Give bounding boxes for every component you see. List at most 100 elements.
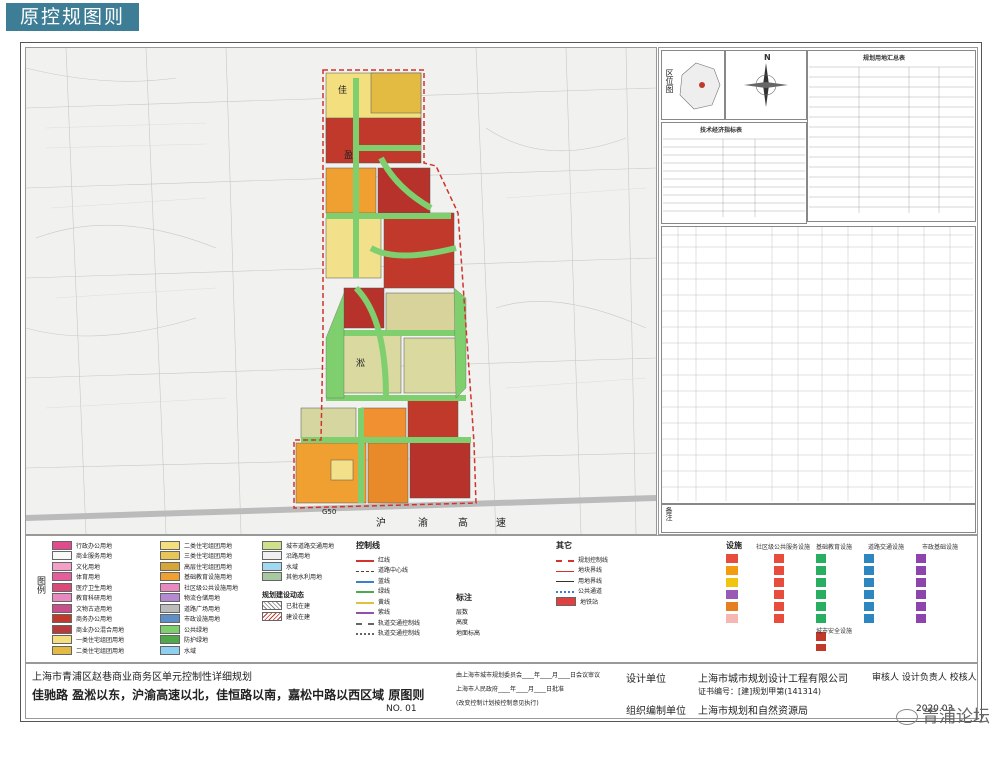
swatch	[52, 624, 72, 634]
legend-item: 紫线	[356, 607, 420, 618]
legend-item: 层数	[456, 608, 469, 616]
facility-group: 社区级公共服务设施	[756, 544, 811, 551]
swatch	[160, 582, 180, 592]
legend-item: 地块界线	[556, 565, 608, 576]
certificate-no: 证书编号：[建]规划甲第(141314)	[698, 687, 822, 696]
swatch	[556, 557, 574, 562]
swatch	[160, 561, 180, 571]
page-title: 原控规图则	[6, 3, 140, 31]
org-label: 组织编制单位	[626, 706, 686, 717]
location-map: 区位图	[661, 50, 725, 120]
legend-item: 体育用地	[52, 572, 124, 583]
compass-rose-icon	[744, 63, 788, 107]
swatch	[356, 588, 374, 594]
planned-construction-title: 规划建设动态	[262, 591, 304, 600]
tech-title: 技术经济指标表	[700, 127, 743, 134]
swatch	[356, 609, 374, 615]
approval-line: (改变控制计划按控制意见执行)	[456, 700, 539, 707]
legend-item: 绿线	[356, 586, 420, 597]
road-label: 速	[496, 517, 506, 529]
legend-item: 用地界线	[556, 575, 608, 586]
legend-item: 教育科研用地	[52, 593, 124, 604]
legend-item: 商务办公用地	[52, 614, 124, 625]
road-label: 沪	[376, 516, 386, 529]
swatch	[52, 582, 72, 592]
watermark: 青浦论坛	[896, 702, 990, 727]
swatch	[160, 645, 180, 655]
swatch	[52, 551, 72, 561]
plan-area: 佳驰路 盈淞以东，沪渝高速以北，佳恒路以南，嘉松中路以西区域 原图则	[32, 688, 425, 702]
legend-item: 基础教育设施用地	[160, 572, 238, 583]
legend-item: 红线	[356, 554, 420, 565]
annotation-title: 标注	[456, 593, 472, 602]
swatch	[52, 603, 72, 613]
location-map-drawing	[679, 62, 721, 110]
legend-item: 市政设施用地	[160, 614, 238, 625]
legend-item: 其他水利用地	[262, 572, 334, 583]
legend-item: 城市道路交通用地	[262, 540, 334, 551]
swatch	[556, 596, 576, 606]
legend-item: 医疗卫生用地	[52, 582, 124, 593]
legend-item: 高度	[456, 619, 469, 627]
map-drawing: 佳 盈 淞 沪 渝 高 速 G50	[26, 48, 656, 534]
tech-grid	[663, 138, 805, 217]
legend-item: 公共通道	[556, 586, 608, 597]
legend-item: 轨道交通控制线	[356, 628, 420, 639]
swatch	[262, 561, 282, 571]
road-label: 淞	[356, 358, 365, 369]
swatch	[160, 635, 180, 645]
legend-item: 公共绿地	[160, 624, 238, 635]
summary-title: 规划用地汇总表	[863, 55, 906, 62]
legend-item: 道路中心线	[356, 565, 420, 576]
facility-group: 市政基础设施	[922, 544, 959, 551]
swatch	[52, 561, 72, 571]
facilities-title: 设施	[726, 541, 742, 550]
legend-item: 二类住宅组团用地	[52, 645, 124, 656]
other-list: 规划控制线 地块界线 用地界线 公共通道 地铁站	[556, 554, 608, 607]
swatch	[160, 593, 180, 603]
facility-group: 基础教育设施	[816, 544, 853, 551]
tech-index-table: 技术经济指标表	[661, 122, 807, 224]
legend-col-1: 行政办公用地 商业服务用地 文化用地 体育用地 医疗卫生用地 教育科研用地 文物…	[52, 540, 124, 656]
legend-item: 道路广场用地	[160, 603, 238, 614]
swatch	[556, 578, 574, 583]
legend-item: 轨道交通控制线	[356, 617, 420, 628]
approval-line: 由上海市城市规划委员会____年____月____日会议审议	[456, 672, 601, 679]
swatch	[262, 601, 282, 611]
swatch	[160, 624, 180, 634]
design-unit: 上海市城市规划设计工程有限公司	[698, 674, 848, 685]
swatch	[356, 557, 374, 562]
swatch	[356, 630, 374, 636]
legend-item: 文物古迹用地	[52, 603, 124, 614]
legend-item: 地铁站	[556, 596, 608, 607]
legend-item: 三类住宅组团用地	[160, 551, 238, 562]
legend-item: 物流仓储用地	[160, 593, 238, 604]
road-label: 盈	[344, 150, 353, 161]
road-label: 高	[458, 516, 468, 529]
swatch	[52, 645, 72, 655]
legend-item: 蓝线	[356, 575, 420, 586]
zoning-map: 佳 盈 淞 沪 渝 高 速 G50	[25, 47, 657, 535]
compass-box: N	[725, 50, 807, 120]
swatch	[160, 614, 180, 624]
legend-item: 规划控制线	[556, 554, 608, 565]
legend-item: 一类住宅组团用地	[52, 635, 124, 646]
swatch	[262, 540, 282, 550]
other-title: 其它	[556, 541, 572, 550]
legend-item: 地面标高	[456, 629, 481, 637]
notes-box: 备注	[661, 504, 976, 533]
legend-item: 防护绿地	[160, 635, 238, 646]
swatch	[356, 599, 374, 604]
swatch	[52, 635, 72, 645]
control-lines-list: 红线 道路中心线 蓝线 绿线 黄线 紫线 轨道交通控制线 轨道交通控制线	[356, 554, 420, 638]
wechat-icon	[896, 709, 918, 725]
swatch	[52, 572, 72, 582]
legend-item: 行政办公用地	[52, 540, 124, 551]
reviewers: 审核人 设计负责人 校核人	[872, 673, 977, 683]
facility-icons	[726, 554, 926, 651]
summary-grid	[809, 66, 974, 213]
summary-table: 规划用地汇总表	[807, 50, 976, 222]
legend-col-3: 城市道路交通用地 沿路用地 水域 其他水利用地 规划建设动态 已批在建 建设在建	[262, 540, 334, 622]
legend-item: 水域	[262, 561, 334, 572]
plan-name: 上海市青浦区赵巷商业商务区单元控制性详细规划	[32, 672, 252, 683]
